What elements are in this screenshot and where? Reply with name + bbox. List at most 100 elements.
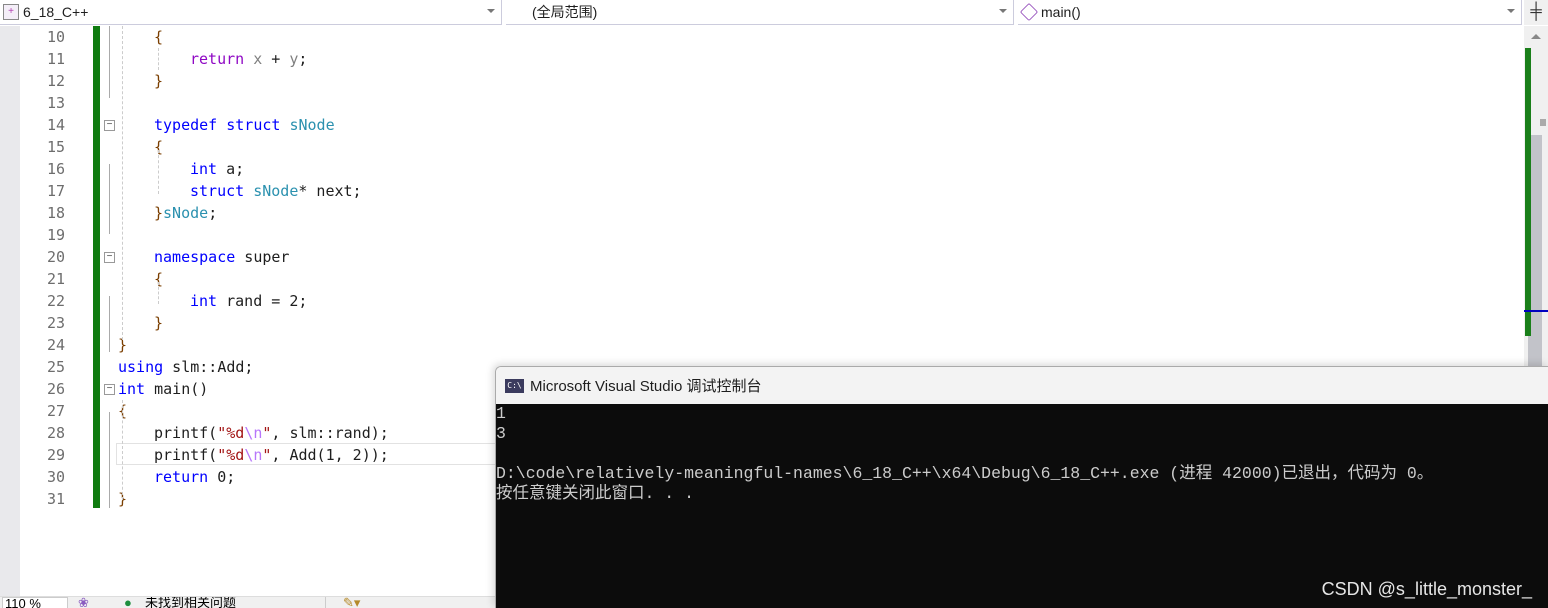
code-line[interactable]: 13	[20, 92, 1520, 114]
code-line[interactable]: 17 struct sNode* next;	[20, 180, 1520, 202]
line-number: 22	[46, 292, 65, 310]
outline-line	[109, 26, 110, 98]
code-token: "%d	[217, 424, 245, 442]
code-token: sNode	[253, 182, 299, 200]
code-text: struct sNode* next;	[190, 180, 362, 202]
zoom-select[interactable]: 110 %	[2, 597, 68, 608]
code-token: printf(	[154, 446, 218, 464]
code-token: "%d	[217, 446, 245, 464]
indent-guide	[158, 150, 159, 194]
indent-guide	[158, 282, 159, 304]
code-token: 0;	[208, 468, 236, 486]
code-line[interactable]: 21{	[20, 268, 1520, 290]
code-line[interactable]: 10 {	[20, 26, 1520, 48]
change-marker	[1525, 48, 1531, 336]
project-dropdown[interactable]: + 6_18_C++	[0, 0, 502, 25]
collapse-icon[interactable]: −	[104, 120, 115, 131]
console-line: 1	[496, 404, 506, 423]
code-token: int	[190, 160, 218, 178]
code-token: x	[253, 50, 263, 68]
line-number: 12	[46, 72, 65, 90]
line-number: 18	[46, 204, 65, 222]
console-line: 按任意键关闭此窗口. . .	[496, 484, 695, 503]
code-token: +	[262, 50, 290, 68]
console-line: D:\code\relatively-meaningful-names\6_18…	[496, 464, 1434, 483]
code-line[interactable]: 15{	[20, 136, 1520, 158]
collapse-icon[interactable]: −	[104, 384, 115, 395]
line-number: 16	[46, 160, 65, 178]
line-number: 14	[46, 116, 65, 134]
cube-icon	[1019, 2, 1039, 22]
console-title-bar[interactable]: C:\ Microsoft Visual Studio 调试控制台	[496, 367, 1548, 404]
member-dropdown[interactable]: main()	[1018, 0, 1522, 25]
scope-dropdown[interactable]: (全局范围)	[506, 0, 1014, 25]
code-token: * next;	[298, 182, 362, 200]
scroll-marker	[1540, 119, 1546, 126]
code-token: {	[154, 28, 164, 46]
code-token: \n	[244, 424, 263, 442]
outline-line	[109, 296, 110, 340]
line-number: 21	[46, 270, 65, 288]
line-number: 26	[46, 380, 65, 398]
code-line[interactable]: 12}	[20, 70, 1520, 92]
code-line[interactable]: 14 typedef struct sNode	[20, 114, 1520, 136]
code-line[interactable]: 20 namespace super	[20, 246, 1520, 268]
member-name: main()	[1041, 4, 1081, 20]
code-token: a;	[217, 160, 245, 178]
indent-guide	[122, 26, 123, 340]
code-text: int rand = 2;	[190, 290, 307, 312]
line-number: 20	[46, 248, 65, 266]
outline-line	[109, 340, 110, 352]
line-number: 27	[46, 402, 65, 420]
code-token: int	[118, 380, 146, 398]
code-line[interactable]: 16 int a;	[20, 158, 1520, 180]
cpp-project-icon: +	[3, 4, 19, 20]
code-token: sNode	[289, 116, 335, 134]
code-line[interactable]: 19	[20, 224, 1520, 246]
line-number: 11	[46, 50, 65, 68]
code-token: ;	[298, 50, 308, 68]
code-line[interactable]: 24}	[20, 334, 1520, 356]
cleanup-brush-icon[interactable]: ✎▾	[343, 597, 360, 608]
copilot-icon[interactable]: ❀	[78, 597, 89, 608]
code-token: struct	[190, 182, 245, 200]
code-token: rand = 2;	[217, 292, 308, 310]
indent-guide	[158, 48, 159, 70]
outline-line	[109, 164, 110, 234]
line-number: 19	[46, 226, 65, 244]
code-line[interactable]: 23}	[20, 312, 1520, 334]
line-number: 10	[46, 28, 65, 46]
line-number: 17	[46, 182, 65, 200]
code-text: }	[154, 70, 163, 92]
debug-console-window[interactable]: C:\ Microsoft Visual Studio 调试控制台 1 3 D:…	[495, 366, 1548, 608]
code-text: printf("%d\n", Add(1, 2));	[154, 444, 389, 466]
code-line[interactable]: 11 return x + y;	[20, 48, 1520, 70]
code-text: return 0;	[154, 466, 235, 488]
code-line[interactable]: 18}sNode;	[20, 202, 1520, 224]
code-token: , Add(1, 2));	[271, 446, 389, 464]
code-text: {	[154, 26, 163, 48]
line-number: 25	[46, 358, 65, 376]
code-text: }	[154, 312, 163, 334]
chevron-down-icon	[999, 9, 1007, 13]
code-text: namespace super	[154, 246, 289, 268]
line-number: 23	[46, 314, 65, 332]
scroll-up-icon[interactable]	[1531, 34, 1541, 39]
issues-status[interactable]: 未找到相关问题	[145, 597, 236, 608]
collapse-icon[interactable]: −	[104, 252, 115, 263]
scope-name: (全局范围)	[532, 4, 598, 20]
line-number: 28	[46, 424, 65, 442]
code-token: \n	[244, 446, 263, 464]
splitter-icon[interactable]: ╪	[1524, 0, 1548, 25]
chevron-down-icon	[487, 9, 495, 13]
console-output[interactable]: 1 3 D:\code\relatively-meaningful-names\…	[496, 404, 1548, 608]
code-token: typedef	[154, 116, 218, 134]
code-token: , slm::rand);	[271, 424, 389, 442]
code-token: super	[235, 248, 290, 266]
code-line[interactable]: 22 int rand = 2;	[20, 290, 1520, 312]
code-token: using	[118, 358, 164, 376]
line-number: 29	[46, 446, 65, 464]
